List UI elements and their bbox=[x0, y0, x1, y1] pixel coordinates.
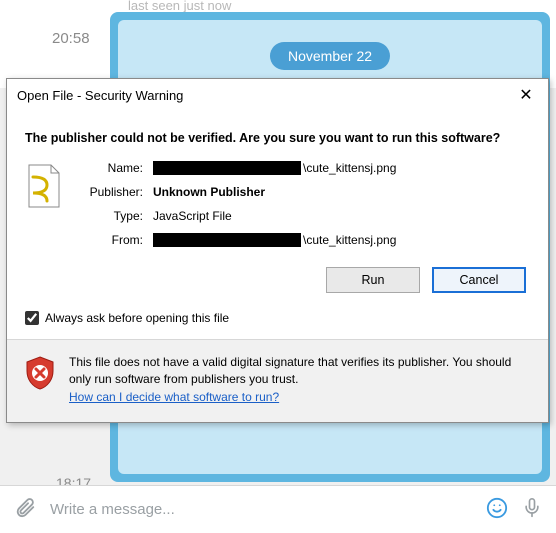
value-publisher: Unknown Publisher bbox=[153, 185, 530, 199]
compose-bar: Write a message... bbox=[0, 485, 556, 533]
script-file-icon bbox=[25, 161, 75, 212]
label-name: Name: bbox=[75, 161, 153, 175]
shield-warning-icon bbox=[25, 354, 55, 393]
microphone-icon[interactable] bbox=[522, 497, 542, 522]
value-name: \cute_kittensj.png bbox=[153, 161, 530, 175]
file-info-grid: Name: \cute_kittensj.png Publisher: Unkn… bbox=[25, 161, 530, 247]
value-from: \cute_kittensj.png bbox=[153, 233, 530, 247]
footer-message: This file does not have a valid digital … bbox=[69, 355, 511, 386]
security-warning-dialog: Open File - Security Warning ✕ The publi… bbox=[6, 78, 549, 423]
footer-help-link[interactable]: How can I decide what software to run? bbox=[69, 390, 279, 404]
always-ask-label: Always ask before opening this file bbox=[45, 311, 229, 325]
redacted-block bbox=[153, 161, 301, 175]
label-from: From: bbox=[75, 233, 153, 247]
dialog-titlebar: Open File - Security Warning ✕ bbox=[7, 79, 548, 111]
value-type: JavaScript File bbox=[153, 209, 530, 223]
dialog-heading: The publisher could not be verified. Are… bbox=[25, 131, 530, 145]
run-button[interactable]: Run bbox=[326, 267, 420, 293]
redacted-block bbox=[153, 233, 301, 247]
emoji-icon[interactable] bbox=[486, 497, 508, 522]
compose-input[interactable]: Write a message... bbox=[50, 501, 472, 518]
always-ask-checkbox[interactable] bbox=[25, 311, 39, 325]
button-row: Run Cancel bbox=[25, 267, 530, 293]
date-pill: November 22 bbox=[270, 42, 390, 70]
message-time-top: 20:58 bbox=[52, 30, 90, 47]
label-publisher: Publisher: bbox=[75, 185, 153, 199]
dialog-body: The publisher could not be verified. Are… bbox=[7, 111, 548, 339]
attachment-icon[interactable] bbox=[14, 497, 36, 522]
dialog-title: Open File - Security Warning bbox=[17, 88, 183, 103]
footer-text: This file does not have a valid digital … bbox=[69, 354, 530, 406]
cancel-button[interactable]: Cancel bbox=[432, 267, 526, 293]
always-ask-checkbox-row[interactable]: Always ask before opening this file bbox=[25, 311, 530, 325]
from-suffix: \cute_kittensj.png bbox=[303, 233, 396, 247]
name-suffix: \cute_kittensj.png bbox=[303, 161, 396, 175]
label-type: Type: bbox=[75, 209, 153, 223]
close-icon[interactable]: ✕ bbox=[512, 85, 540, 105]
dialog-footer: This file does not have a valid digital … bbox=[7, 339, 548, 422]
